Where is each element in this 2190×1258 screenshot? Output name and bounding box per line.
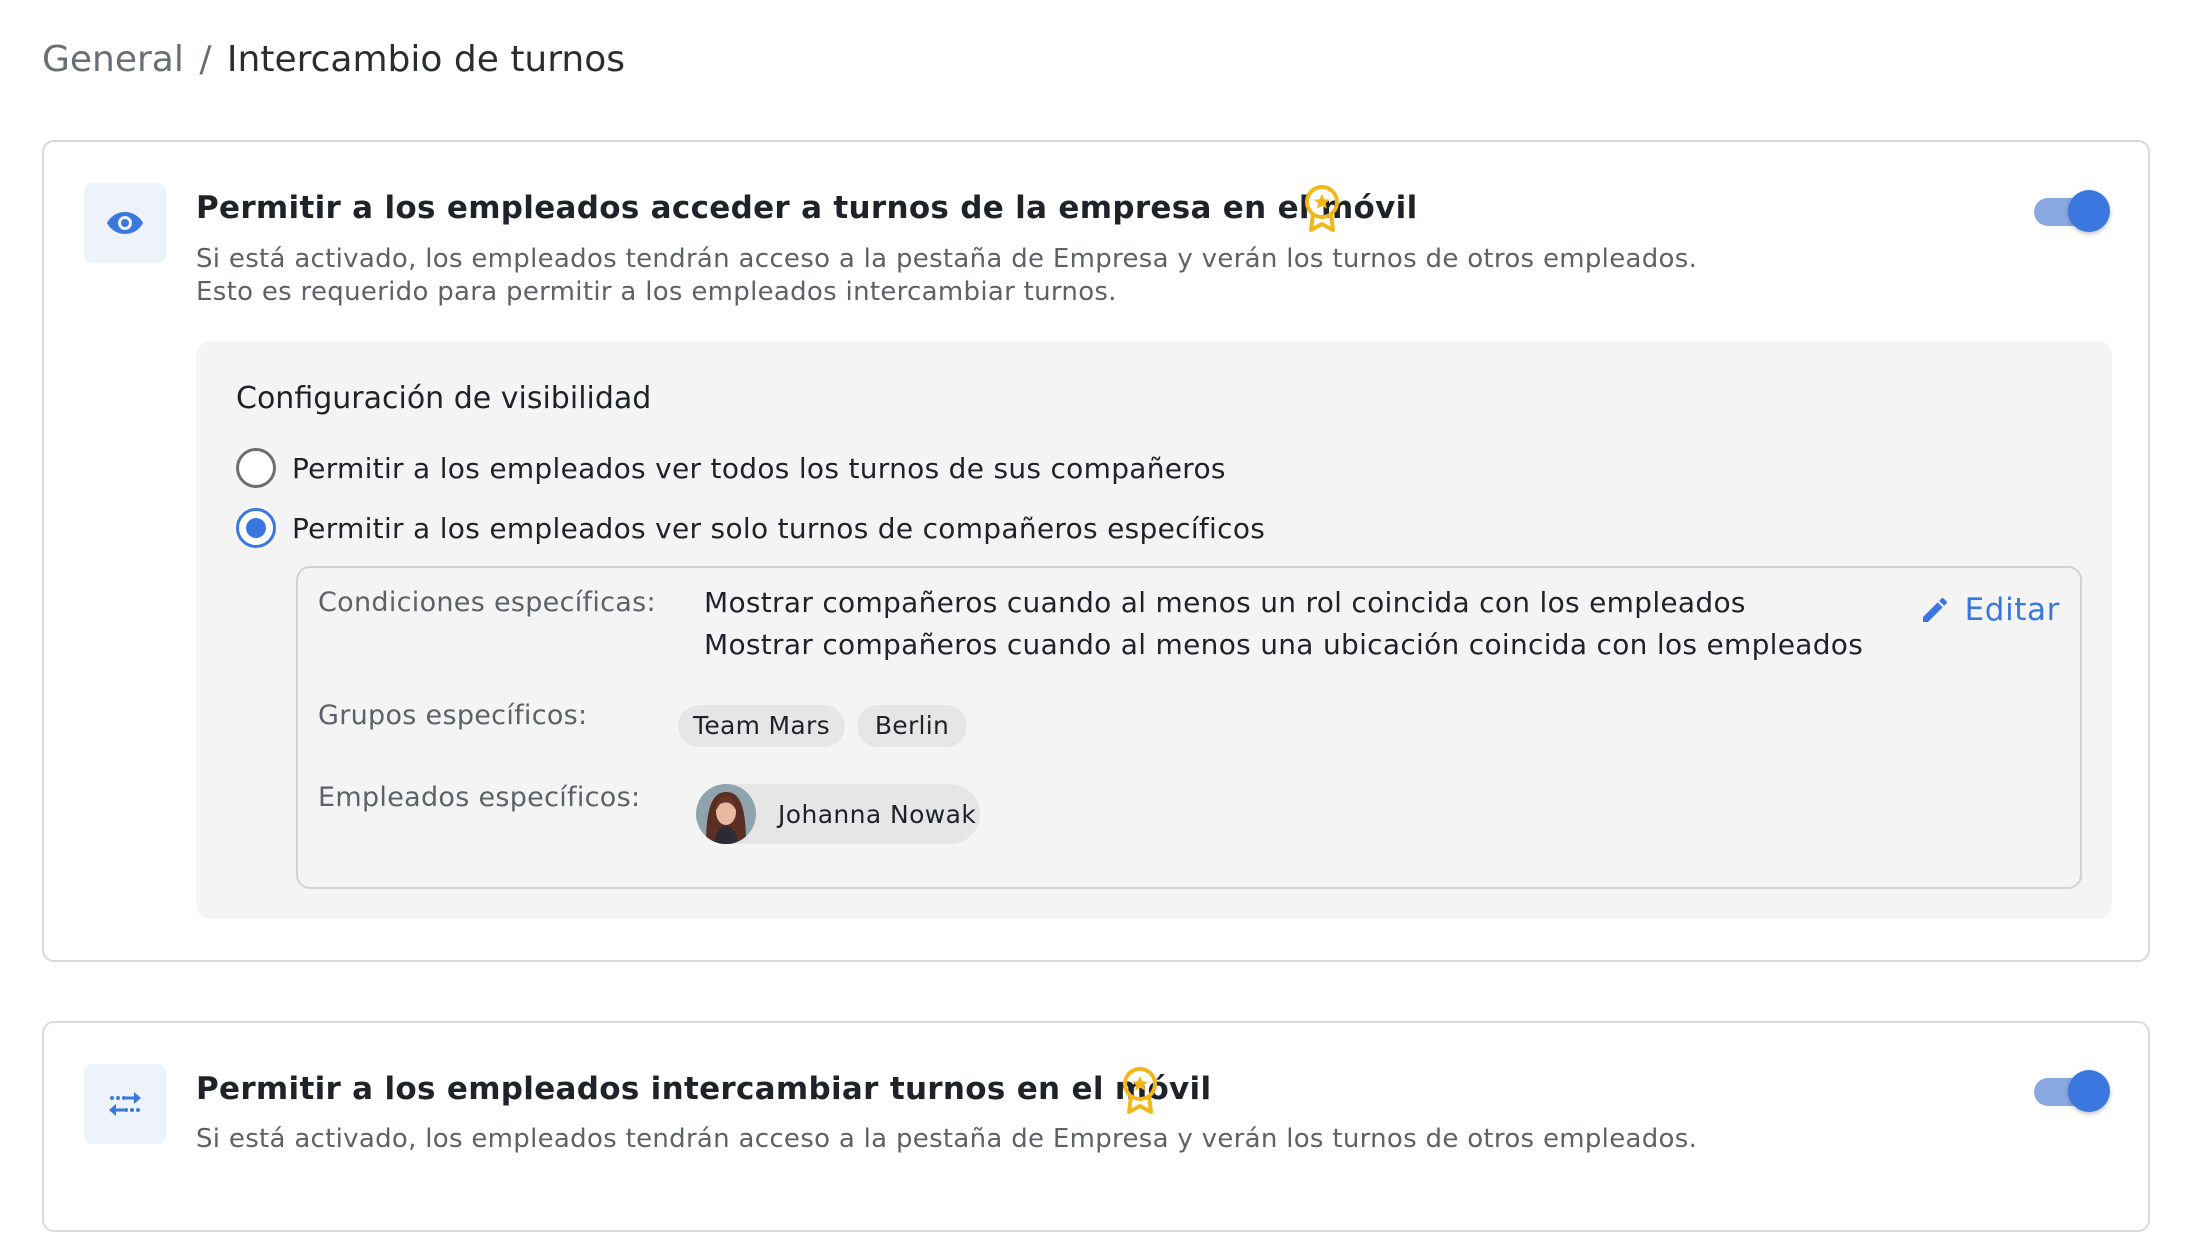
setting-title: Permitir a los empleados intercambiar tu… [196,1071,1212,1107]
toggle-knob [2068,1070,2110,1112]
group-chip: Team Mars [678,705,845,747]
conditions-label: Condiciones específicas: [318,587,656,618]
visibility-settings-panel: Configuración de visibilidad Permitir a … [196,341,2112,919]
setting-description: Si está activado, los empleados tendrán … [196,243,1697,309]
condition-item: Mostrar compañeros cuando al menos un ro… [704,586,1746,619]
specific-conditions-box: Condiciones específicas: Mostrar compañe… [296,566,2082,889]
setting-description: Si está activado, los empleados tendrán … [196,1123,1697,1156]
employees-label: Empleados específicos: [318,782,641,813]
toggle-knob [2068,190,2110,232]
eye-icon [84,183,166,263]
breadcrumb-general[interactable]: General [42,39,184,80]
radio-button[interactable] [236,448,276,488]
pencil-icon [1922,597,1947,622]
swap-arrows-icon [84,1064,166,1144]
group-chip: Berlin [857,705,967,747]
avatar [696,784,756,844]
groups-label: Grupos específicos: [318,700,588,731]
breadcrumb-current: Intercambio de turnos [226,39,626,80]
premium-badge-icon [1302,184,1342,232]
setting-card-company-shifts: Permitir a los empleados acceder a turno… [42,140,2150,962]
edit-label[interactable]: Editar [1965,592,2060,628]
employee-chip: Johanna Nowak [696,784,980,844]
swap-shifts-toggle[interactable] [2034,1070,2110,1112]
breadcrumb: General / Intercambio de turnos [42,38,625,82]
radio-button-selected[interactable] [236,508,276,548]
radio-label[interactable]: Permitir a los empleados ver solo turnos… [292,512,1265,545]
radio-option-specific-coworkers[interactable]: Permitir a los empleados ver solo turnos… [236,508,1265,548]
edit-button[interactable]: Editar [1919,590,2060,630]
description-line: Esto es requerido para permitir a los em… [196,277,1117,307]
company-shifts-toggle[interactable] [2034,190,2110,232]
setting-card-swap-shifts: Permitir a los empleados intercambiar tu… [42,1021,2150,1232]
premium-badge-icon [1120,1066,1160,1114]
setting-title: Permitir a los empleados acceder a turno… [196,190,1418,226]
condition-item: Mostrar compañeros cuando al menos una u… [704,628,1864,661]
description-line: Si está activado, los empleados tendrán … [196,244,1698,274]
employee-name: Johanna Nowak [778,799,977,829]
radio-label[interactable]: Permitir a los empleados ver todos los t… [292,452,1226,485]
radio-option-all-coworkers[interactable]: Permitir a los empleados ver todos los t… [236,448,1226,488]
breadcrumb-separator: / [199,39,212,80]
description-line: Si está activado, los empleados tendrán … [196,1124,1698,1154]
visibility-title: Configuración de visibilidad [236,381,652,416]
